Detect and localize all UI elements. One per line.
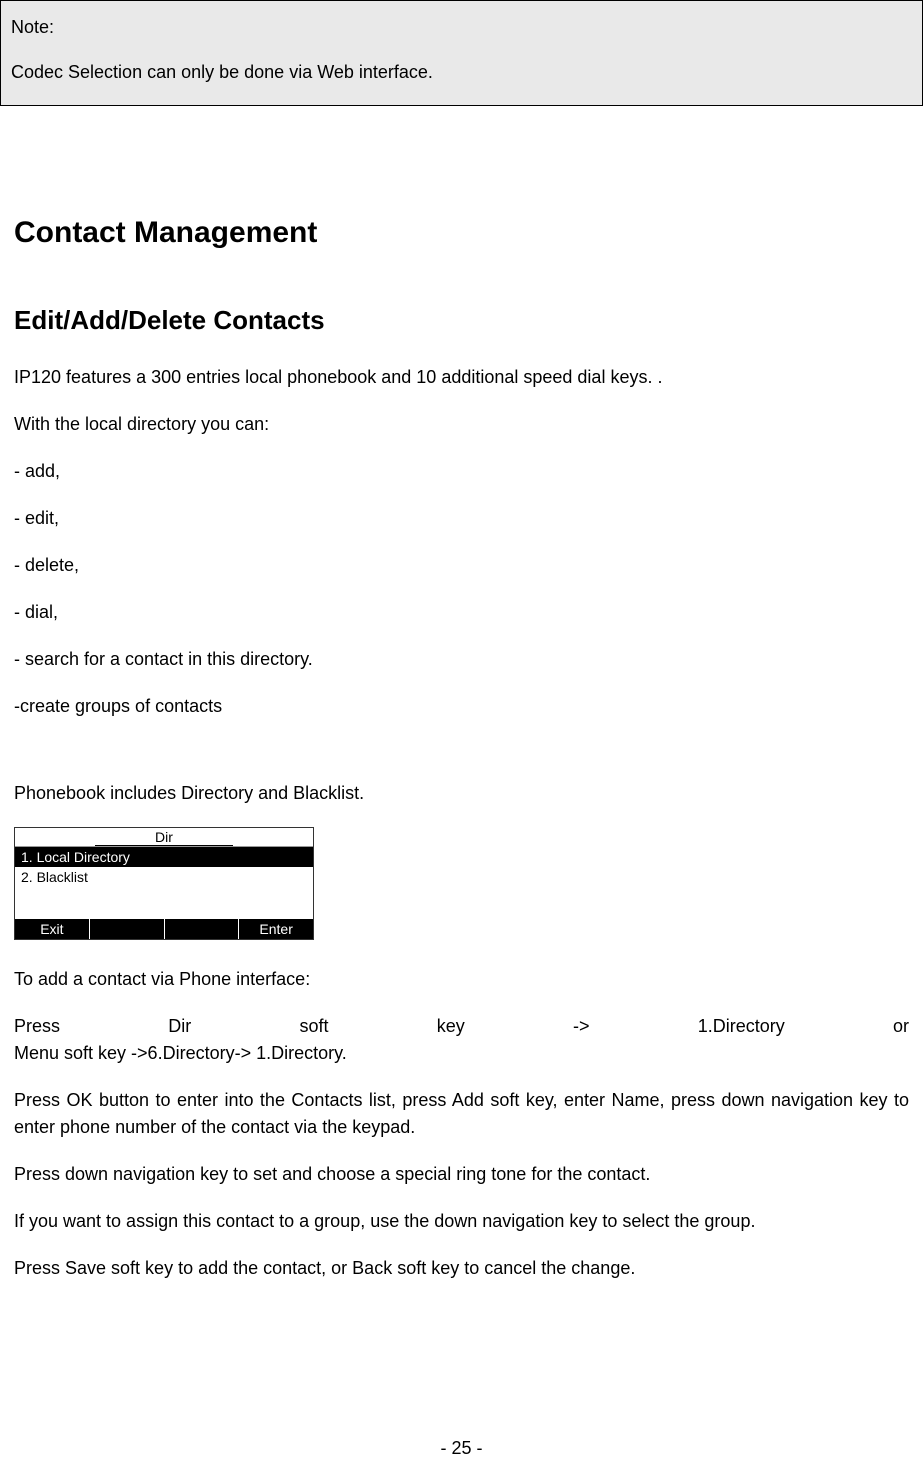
phone-screen-title-text: Dir	[95, 829, 233, 846]
list-item: - add,	[14, 458, 909, 485]
paragraph-line: Menu soft key ->6.Directory-> 1.Director…	[14, 1040, 909, 1067]
heading-contact-management: Contact Management	[14, 216, 909, 250]
note-body: Codec Selection can only be done via Web…	[11, 58, 912, 87]
phone-screen-title: Dir	[15, 828, 313, 847]
paragraph-line: Press Dir soft key -> 1.Directory or	[14, 1013, 909, 1040]
list-item: - dial,	[14, 599, 909, 626]
phone-screen-row-selected: 1. Local Directory	[15, 847, 313, 867]
list-item: - search for a contact in this directory…	[14, 646, 909, 673]
note-title: Note:	[11, 13, 912, 42]
paragraph: Press Save soft key to add the contact, …	[14, 1255, 909, 1282]
softkey-exit: Exit	[15, 919, 90, 939]
list-item: - edit,	[14, 505, 909, 532]
paragraph: To add a contact via Phone interface:	[14, 966, 909, 993]
paragraph: Press down navigation key to set and cho…	[14, 1161, 909, 1188]
paragraph: Phonebook includes Directory and Blackli…	[14, 780, 909, 807]
phone-screen-image: Dir 1. Local Directory 2. Blacklist Exit…	[14, 827, 314, 940]
paragraph: With the local directory you can:	[14, 411, 909, 438]
paragraph: Press OK button to enter into the Contac…	[14, 1087, 909, 1141]
list-item: -create groups of contacts	[14, 693, 909, 720]
softkey-enter: Enter	[239, 919, 313, 939]
phone-screen-blank	[15, 887, 313, 919]
phone-screen-softkeys: Exit Enter	[15, 919, 313, 939]
note-box: Note: Codec Selection can only be done v…	[0, 0, 923, 106]
softkey-blank	[90, 919, 165, 939]
page-number: - 25 -	[0, 1438, 923, 1459]
paragraph: Press Dir soft key -> 1.Directory or Men…	[14, 1013, 909, 1067]
heading-edit-add-delete: Edit/Add/Delete Contacts	[14, 305, 909, 336]
softkey-blank	[165, 919, 240, 939]
phone-screen-row: 2. Blacklist	[15, 867, 313, 887]
paragraph: IP120 features a 300 entries local phone…	[14, 364, 909, 391]
paragraph: If you want to assign this contact to a …	[14, 1208, 909, 1235]
list-item: - delete,	[14, 552, 909, 579]
